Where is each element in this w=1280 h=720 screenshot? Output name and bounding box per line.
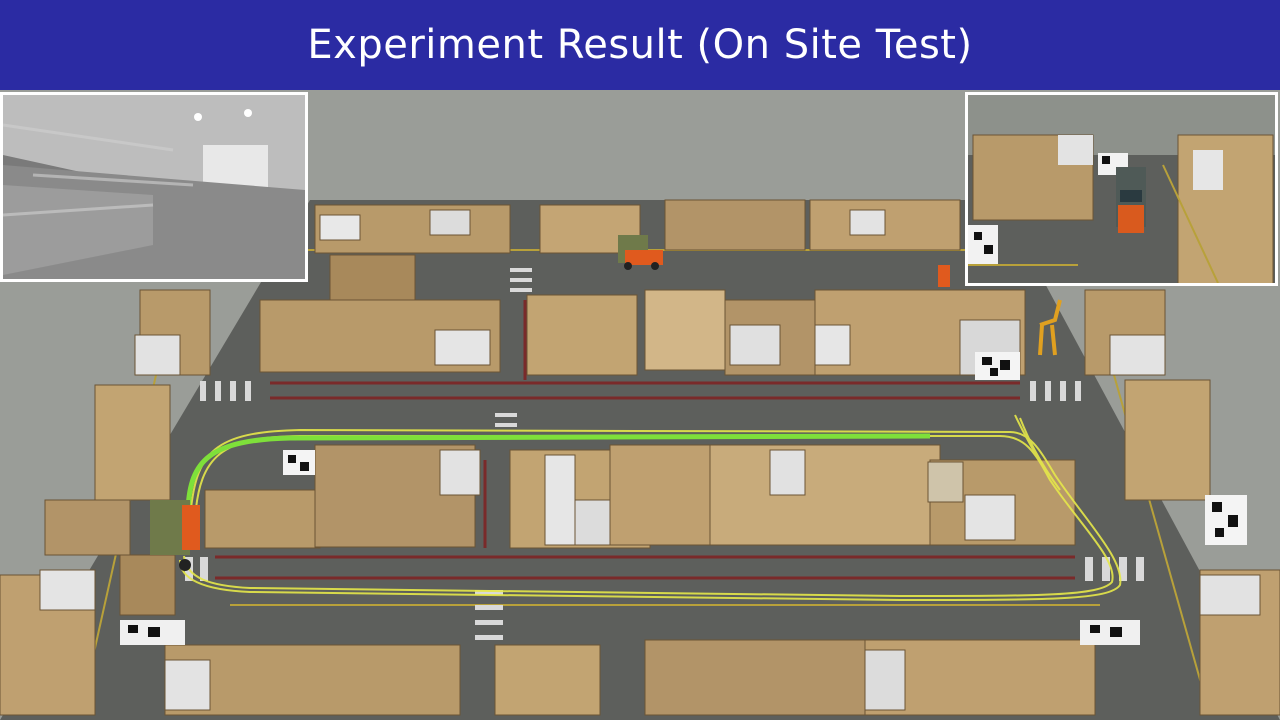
title-banner: Experiment Result (On Site Test) — [0, 0, 1280, 90]
page-title: Experiment Result (On Site Test) — [307, 22, 973, 68]
forklift-icon — [938, 265, 950, 287]
camera-frame — [3, 95, 305, 279]
tracking-frame — [968, 95, 1275, 283]
forklift-icon — [1116, 167, 1146, 233]
top-down-tracking-view — [965, 92, 1278, 286]
onboard-camera-view — [0, 92, 308, 282]
rack-row-middle — [204, 444, 1076, 549]
